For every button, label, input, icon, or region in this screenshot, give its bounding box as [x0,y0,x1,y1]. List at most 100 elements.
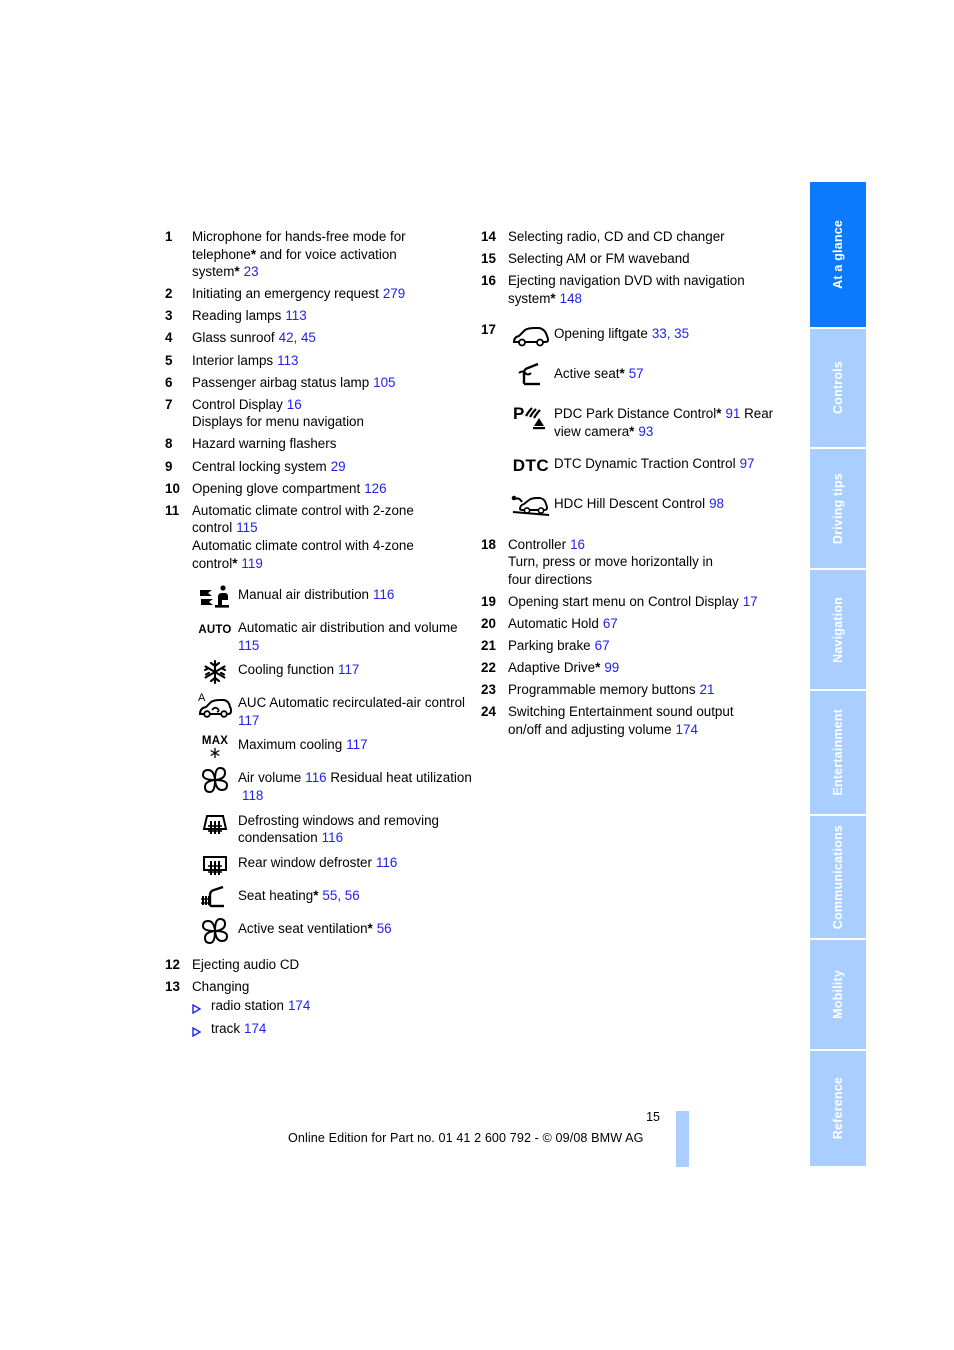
active-seat-ventilation-icon [192,916,238,946]
triangle-bullet-icon [192,997,211,1019]
page-reference[interactable]: 126 [364,481,386,496]
item-body: Automatic climate control with 2-zone co… [192,502,475,572]
page-reference[interactable]: 116 [305,770,326,785]
sidebar-tab-entertainment[interactable]: Entertainment [810,690,866,814]
dtc-text-icon: DTC [508,451,554,481]
list-item: Rear window defroster 116 [192,850,475,880]
item-number: 10 [165,480,180,496]
item-line: Automatic air distribution and [238,620,411,636]
item-text: Opening glove compartment [192,480,361,496]
item-number: 14 [481,229,496,244]
item-text: Residual heat utilization [330,770,472,786]
item-number: 9 [165,458,173,474]
list-item: 16 Ejecting navigation DVD with navigati… [481,272,801,307]
page-reference[interactable]: 174 [288,998,310,1013]
page-reference[interactable]: 118 [242,788,263,803]
page-reference[interactable]: 67 [603,616,618,631]
page-reference[interactable]: 93 [638,424,653,439]
list-item: Opening liftgate 33, 35 [508,321,801,351]
page-reference[interactable]: 16 [570,537,585,552]
page-reference[interactable]: 56 [377,921,392,936]
item-body: Opening glove compartment 126 [192,480,475,498]
page-reference[interactable]: 17 [743,594,758,609]
sidebar-tab-label: Navigation [830,596,845,663]
item-text: Seat heating [238,887,314,903]
option-asterisk: * [716,406,722,422]
page-reference[interactable]: 119 [241,556,262,571]
sidebar-tab-mobility[interactable]: Mobility [810,940,866,1050]
page-reference[interactable]: 16 [287,397,302,412]
page-reference[interactable]: 23 [244,264,259,279]
svg-text:A: A [198,692,206,704]
page-reference[interactable]: 174 [244,1021,266,1036]
item-body: Seat heating* 55, 56 [238,883,475,905]
list-item: HDC Hill Descent Control 98 [508,491,801,521]
page-reference[interactable]: 116 [322,830,343,845]
page-reference[interactable]: 116 [376,855,397,870]
page-reference[interactable]: 57 [629,366,644,381]
list-item: 17 Opening liftgate 33, 35 Active seat* … [481,321,801,523]
item-text: Interior lamps [192,352,274,368]
sidebar-tab-reference[interactable]: Reference [810,1051,866,1167]
list-item: 8 Hazard warning flashers [165,435,475,453]
page-reference[interactable]: 55, 56 [322,888,359,903]
list-item: Air volume 116 Residual heat utilization 1… [192,765,475,804]
list-item: 7 Control Display 16 Displays for menu na… [165,396,475,431]
page-reference[interactable]: 174 [676,722,698,737]
page-reference[interactable]: 21 [700,682,715,697]
item-text: Parking brake [508,638,591,654]
item-body: Opening start menu on Control Display 17 [508,593,801,611]
item-body: Selecting AM or FM waveband [508,251,690,267]
list-item: track 174 [192,1020,475,1042]
page-reference[interactable]: 42, 45 [279,330,316,345]
item-body: Switching Entertainment sound output on/… [508,703,801,738]
rear-window-defroster-icon [192,850,238,880]
triangle-bullet-icon [192,1020,211,1042]
page-reference[interactable]: 113 [277,353,298,368]
page-reference[interactable]: 105 [373,375,395,390]
option-asterisk: * [232,555,238,571]
item-body: Rear window defroster 116 [238,850,475,872]
item-text: on/off and adjusting volume [508,721,672,737]
list-item: 9 Central locking system 29 [165,458,475,476]
page-reference[interactable]: 117 [346,737,367,752]
page-reference[interactable]: 99 [604,660,619,675]
list-item: 2 Initiating an emergency request 279 [165,285,475,303]
item-body: Active seat* 57 [554,361,801,383]
sidebar-tab-at-a-glance[interactable]: At a glance [810,182,866,327]
item-body: DTC Dynamic Traction Control 97 [554,451,801,473]
page-reference[interactable]: 279 [383,286,405,301]
fan-icon [192,765,238,795]
item-text: control [424,695,466,711]
item-line: AUC Automatic recirculated-air [238,695,422,711]
page-reference[interactable]: 115 [236,520,257,535]
page-reference[interactable]: 29 [331,459,346,474]
page-reference[interactable]: 97 [740,456,755,471]
item-number: 2 [165,286,173,302]
page-reference[interactable]: 113 [285,308,306,323]
sidebar-tab-label: Communications [830,824,845,930]
page-reference[interactable]: 91 [725,406,740,421]
windshield-defrost-icon [192,808,238,838]
page-reference[interactable]: 116 [373,587,394,602]
auc-recirculated-air-icon: A [192,690,238,720]
sidebar-tab-communications[interactable]: Communications [810,815,866,939]
sidebar-tab-navigation[interactable]: Navigation [810,570,866,689]
sidebar-tab-controls[interactable]: Controls [810,328,866,448]
option-asterisk: * [550,290,556,306]
page-reference[interactable]: 67 [595,638,610,653]
item-number: 20 [481,615,496,631]
page-reference[interactable]: 117 [238,713,259,728]
sidebar-tab-driving-tips[interactable]: Driving tips [810,449,866,569]
page-reference[interactable]: 33, 35 [652,326,689,341]
page-reference[interactable]: 117 [338,662,359,677]
item-number: 3 [165,308,173,324]
item-subtext: Turn, press or move horizontally in [508,554,713,570]
item-text: telephone [192,246,251,262]
sidebar-tab-label: Entertainment [830,708,845,796]
list-item: 6 Passenger airbag status lamp 105 [165,374,475,392]
page-reference[interactable]: 115 [238,638,259,653]
page-reference[interactable]: 98 [709,496,724,511]
page-reference[interactable]: 148 [560,291,582,306]
item-body: Central locking system 29 [192,458,475,476]
